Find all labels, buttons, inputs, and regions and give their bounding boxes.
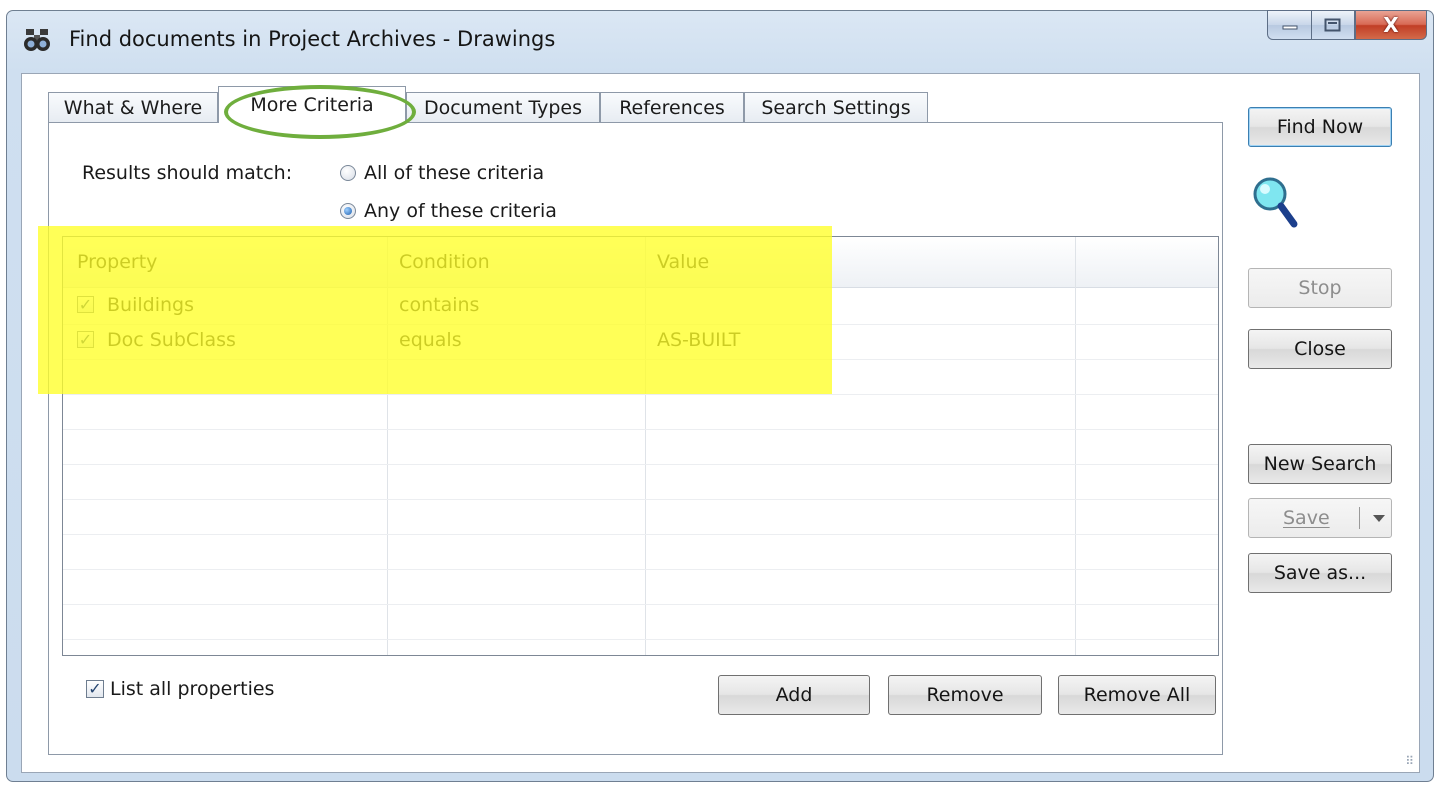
minimize-icon	[1282, 25, 1297, 30]
window-title: Find documents in Project Archives - Dra…	[69, 27, 556, 51]
maximize-icon	[1324, 18, 1341, 32]
radio-all-criteria[interactable]: All of these criteria	[340, 162, 544, 184]
empty-row	[63, 534, 1218, 570]
magnifier-icon	[1253, 177, 1298, 228]
close-icon: X	[1383, 13, 1399, 37]
list-all-label: List all properties	[110, 678, 275, 700]
tab-search-settings[interactable]: Search Settings	[744, 92, 928, 122]
empty-row	[63, 464, 1218, 500]
empty-row	[63, 569, 1218, 605]
cell-property: Buildings	[107, 294, 194, 316]
close-button[interactable]: Close	[1248, 329, 1392, 369]
save-as-button[interactable]: Save as...	[1248, 553, 1392, 593]
column-header-value[interactable]: Value	[657, 251, 709, 273]
close-window-button[interactable]: X	[1355, 10, 1427, 40]
criteria-grid: Property Condition Value ✓ Buildings con…	[62, 236, 1219, 656]
find-now-button[interactable]: Find Now	[1248, 107, 1392, 147]
split-divider	[1359, 507, 1360, 529]
tab-references[interactable]: References	[600, 92, 744, 122]
resize-grip-icon[interactable]: ⠿	[1405, 754, 1414, 768]
cell-condition: equals	[399, 329, 462, 351]
results-match-label: Results should match:	[82, 162, 293, 184]
tab-more-criteria[interactable]: More Criteria	[218, 86, 406, 123]
chevron-down-icon[interactable]	[1373, 515, 1385, 522]
maximize-button[interactable]	[1311, 10, 1355, 40]
save-label: Save	[1283, 507, 1330, 529]
empty-row	[63, 604, 1218, 640]
minimize-button[interactable]	[1267, 10, 1311, 40]
empty-row	[63, 499, 1218, 535]
cell-value: AS-BUILT	[657, 329, 741, 351]
empty-row	[63, 394, 1218, 430]
binoculars-icon	[24, 29, 50, 51]
list-all-properties-checkbox[interactable]: ✓ List all properties	[86, 678, 274, 700]
radio-any-criteria[interactable]: Any of these criteria	[340, 200, 557, 222]
title-bar: Find documents in Project Archives - Dra…	[7, 10, 1433, 71]
radio-any-indicator[interactable]	[340, 203, 356, 219]
empty-row	[63, 429, 1218, 465]
radio-all-label: All of these criteria	[364, 162, 545, 184]
radio-any-label: Any of these criteria	[364, 200, 557, 222]
table-row[interactable]: ✓ Buildings contains	[63, 289, 1218, 325]
stop-button[interactable]: Stop	[1248, 268, 1392, 308]
client-area: What & Where More Criteria Document Type…	[21, 73, 1420, 773]
caption-buttons: X	[1267, 10, 1427, 40]
tab-what-and-where[interactable]: What & Where	[48, 92, 218, 122]
cell-property: Doc SubClass	[107, 329, 236, 351]
new-search-button[interactable]: New Search	[1248, 444, 1392, 484]
table-row[interactable]: ✓ Doc SubClass equals AS-BUILT	[63, 324, 1218, 360]
add-button[interactable]: Add	[718, 675, 870, 715]
grid-header: Property Condition Value	[63, 237, 1218, 288]
row-checkbox[interactable]: ✓	[77, 296, 94, 313]
column-header-property[interactable]: Property	[77, 251, 157, 273]
cell-condition: contains	[399, 294, 480, 316]
row-checkbox[interactable]: ✓	[77, 331, 94, 348]
tab-document-types[interactable]: Document Types	[406, 92, 600, 122]
column-header-condition[interactable]: Condition	[399, 251, 490, 273]
save-split-button[interactable]: Save	[1248, 498, 1392, 538]
radio-all-indicator[interactable]	[340, 165, 356, 181]
list-all-checkbox-box[interactable]: ✓	[86, 680, 104, 698]
remove-all-button[interactable]: Remove All	[1058, 675, 1216, 715]
find-documents-window: Find documents in Project Archives - Dra…	[6, 10, 1434, 782]
remove-button[interactable]: Remove	[888, 675, 1042, 715]
empty-row	[63, 359, 1218, 395]
